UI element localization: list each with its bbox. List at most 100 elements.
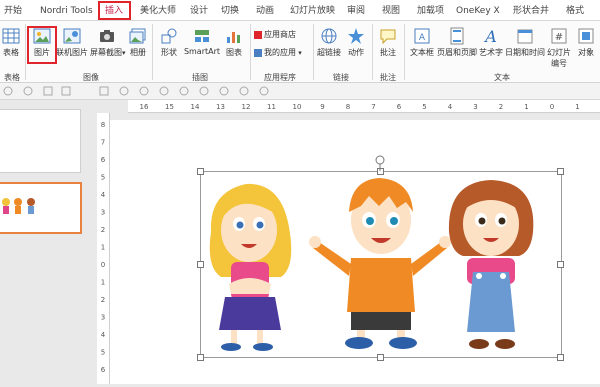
tab-home[interactable]: 开始 [4,4,22,18]
format-shortcuts-icon [3,86,269,96]
orange-boy-figure [309,178,451,349]
date-time-button[interactable]: 日期和时间 [505,27,545,58]
screenshot-button[interactable]: 屏幕截图▾ [90,27,126,58]
ruler-tick-label: 14 [191,103,200,111]
ribbon-panel: 表格 图片 联机图片 屏幕截图▾ 相册 形状 SmartArt 图表 应用商店 … [0,21,600,83]
tab-onekey-x[interactable]: OneKey X [456,4,500,18]
quick-format-bar [0,83,600,100]
group-label-apps: 应用程序 [264,73,296,82]
my-apps-button[interactable]: 我的应用 ▾ [254,47,302,58]
comment-icon [380,29,396,45]
tab-animations[interactable]: 动画 [256,4,274,18]
ruler-tick-label: 5 [101,349,105,357]
selected-picture[interactable] [200,171,562,358]
vertical-ruler: 8 7 6 5 4 3 2 1 0 1 2 3 4 5 6 [97,113,110,384]
slide-number-button[interactable]: # 幻灯片 编号 [545,27,573,69]
tab-design[interactable]: 设计 [190,4,208,18]
slide-thumbnail-1[interactable] [0,109,81,173]
ruler-tick-label: 2 [101,296,105,304]
group-label-illustrations: 插图 [192,73,208,82]
comment-button[interactable]: 批注 [375,27,401,58]
table-button[interactable]: 表格 [0,27,22,58]
resize-handle[interactable] [557,354,564,361]
action-button[interactable]: 动作 [344,27,368,58]
ruler-tick-label: 6 [101,156,106,164]
ruler-tick-label: 1 [575,103,579,111]
my-apps-icon [254,48,262,57]
ruler-tick-label: 7 [371,103,375,111]
object-icon [578,28,594,44]
ruler-tick-label: 3 [101,314,105,322]
ruler-tick-label: 3 [101,209,105,217]
wordart-icon: A [483,27,497,45]
shapes-button[interactable]: 形状 [156,27,182,58]
ruler-tick-label: 8 [101,121,105,129]
ruler-tick-label: 1 [101,244,105,252]
ruler-tick-label: 13 [216,103,225,111]
resize-handle[interactable] [557,261,564,268]
ruler-tick-label: 4 [101,191,106,199]
ruler-tick-label: 1 [524,103,528,111]
ruler-tick-label: 4 [448,103,453,111]
app-store-button[interactable]: 应用商店 [254,29,296,40]
divider [152,24,153,80]
ruler-tick-label: 0 [101,261,105,269]
ruler-tick-label: 8 [346,103,350,111]
store-icon [254,30,262,39]
tab-shape-merge[interactable]: 形状合并 [513,4,549,18]
slide-thumbnail-2[interactable] [0,182,82,234]
ruler-tick-label: 12 [242,103,251,111]
resize-handle[interactable] [197,261,204,268]
table-icon [2,28,20,44]
object-button[interactable]: 对象 [573,27,599,58]
hyperlink-button[interactable]: 超链接 [316,27,342,58]
online-picture-button[interactable]: 联机图片 [56,27,88,58]
header-footer-button[interactable]: 页眉和页脚 [437,27,477,58]
tab-format[interactable]: 格式 [566,4,584,18]
ruler-tick-label: 2 [101,226,105,234]
ruler-tick-label: 2 [499,103,503,111]
tab-beautify-master[interactable]: 美化大师 [140,4,176,18]
resize-handle[interactable] [197,168,204,175]
tab-view[interactable]: 视图 [382,4,400,18]
ruler-tick-label: 6 [101,366,106,374]
brown-hair-girl-figure [448,180,534,349]
photo-album-icon [129,28,146,44]
tab-transitions[interactable]: 切换 [221,4,239,18]
resize-handle[interactable] [557,168,564,175]
textbox-button[interactable]: A 文本框 [407,27,437,58]
screenshot-icon [100,30,114,42]
link-icon [321,28,337,44]
group-label-comments: 批注 [380,73,396,82]
chart-button[interactable]: 图表 [222,27,246,58]
textbox-icon: A [414,28,430,44]
tab-nordri-tools[interactable]: Nordri Tools [40,4,93,18]
smartart-icon [195,30,209,42]
divider [404,24,405,80]
ruler-tick-label: 5 [101,174,105,182]
group-label-text: 文本 [494,73,510,82]
ruler-tick-label: 9 [320,103,324,111]
rotate-handle-icon[interactable] [372,154,388,172]
divider [372,24,373,80]
star-icon [348,28,364,44]
resize-handle[interactable] [377,354,384,361]
horizontal-ruler: 16 15 14 13 12 11 10 9 8 7 6 5 4 3 2 1 0 1 [128,100,600,113]
divider [250,24,251,80]
chart-icon [227,32,240,43]
tab-slideshow[interactable]: 幻灯片放映 [290,4,335,18]
ribbon-tab-bar: 开始 Nordri Tools 插入 美化大师 设计 切换 动画 幻灯片放映 审… [0,0,600,21]
tab-addins[interactable]: 加载项 [417,4,444,18]
online-picture-icon [63,28,81,44]
tab-review[interactable]: 审阅 [347,4,365,18]
ruler-tick-label: 5 [422,103,426,111]
ruler-tick-label: 1 [101,279,105,287]
ruler-tick-label: 6 [397,103,402,111]
calendar-icon [517,29,533,44]
photo-album-button[interactable]: 相册 [127,27,149,58]
resize-handle[interactable] [197,354,204,361]
ruler-tick-label: 3 [473,103,477,111]
wordart-button[interactable]: A 艺术字 [477,27,505,58]
smartart-button[interactable]: SmartArt [183,27,221,56]
ruler-tick-label: 10 [293,103,302,111]
